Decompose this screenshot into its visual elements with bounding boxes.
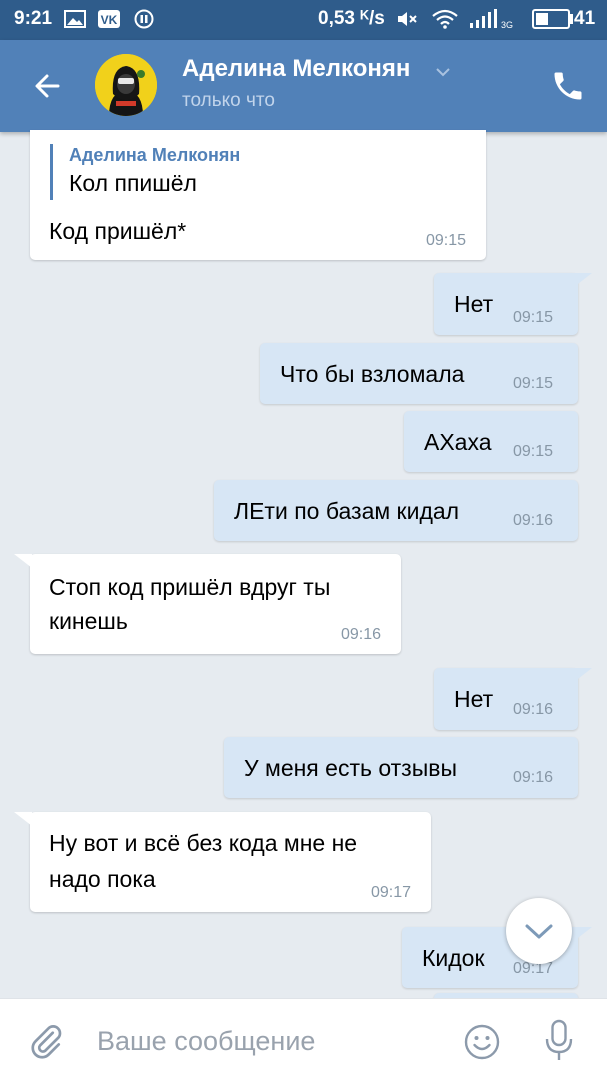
microphone-icon[interactable] xyxy=(544,1019,574,1063)
pause-icon xyxy=(134,9,154,29)
message-bubble-out[interactable]: АХаха 09:15 xyxy=(404,411,578,472)
message-time: 09:15 xyxy=(513,443,554,460)
message-time: 09:16 xyxy=(513,769,554,786)
message-time: 09:15 xyxy=(513,375,554,392)
svg-text:3G: 3G xyxy=(501,20,513,29)
message-bubble-in[interactable]: Ну вот и всё без кода мне не надо пока 0… xyxy=(14,812,431,912)
message-bubble-out[interactable]: У меня есть отзывы 09:16 xyxy=(224,737,578,798)
message-time: 09:16 xyxy=(340,626,381,643)
mute-icon xyxy=(398,12,417,26)
avatar[interactable] xyxy=(95,54,157,116)
message-time: 09:15 xyxy=(425,232,466,249)
message-text: У меня есть отзывы xyxy=(244,755,457,781)
bubble-tail xyxy=(574,273,592,287)
message-text: Кидок xyxy=(422,945,485,971)
message-text: Нет xyxy=(454,686,494,712)
network-speed: 0,53 ᴷ/s xyxy=(318,8,385,29)
avatar-image xyxy=(95,54,157,116)
quote-author: Аделина Мелконян xyxy=(69,145,241,165)
battery-icon xyxy=(532,9,570,29)
quote-text: Кол ппишёл xyxy=(69,170,197,196)
wifi-icon xyxy=(432,9,458,29)
chevron-down-icon[interactable] xyxy=(434,66,452,78)
battery-level: 41 xyxy=(574,8,596,29)
message-text-line-2: надо пока xyxy=(49,866,156,892)
message-text-line-2: кинешь xyxy=(49,608,128,634)
back-arrow-icon[interactable] xyxy=(26,66,70,106)
bubble-tail xyxy=(574,927,592,941)
contact-name[interactable]: Аделина Мелконян xyxy=(182,55,410,83)
contact-status: только что xyxy=(182,90,275,111)
vk-icon: VK xyxy=(98,10,120,28)
status-time: 9:21 xyxy=(14,8,53,29)
quote-bar xyxy=(50,144,53,200)
composer xyxy=(0,998,607,1080)
message-text: Нет xyxy=(454,291,494,317)
phone-icon[interactable] xyxy=(550,68,586,104)
message-time: 09:15 xyxy=(513,309,554,326)
battery-cap xyxy=(570,14,573,24)
gallery-icon xyxy=(64,10,86,28)
message-text: Код пришёл* xyxy=(49,218,187,244)
message-text: АХаха xyxy=(424,429,492,455)
battery-fill xyxy=(536,13,548,25)
svg-text:VK: VK xyxy=(101,13,118,27)
message-text: ЛЕти по базам кидал xyxy=(234,498,460,524)
bubble-tail xyxy=(14,812,32,826)
message-bubble-out[interactable]: Что бы взломала 09:15 xyxy=(260,343,578,404)
bubble-tail xyxy=(574,668,592,682)
emoji-icon[interactable] xyxy=(463,1023,501,1061)
message-bubble-out[interactable]: Нет 09:16 xyxy=(434,668,592,730)
bubble-tail xyxy=(14,554,32,568)
status-bar: 9:21 VK 0,53 ᴷ/s 3G 41 xyxy=(0,0,607,40)
message-bubble-out[interactable]: Нет 09:15 xyxy=(434,273,592,335)
chevron-down-icon xyxy=(525,924,553,939)
signal-icon: 3G xyxy=(470,9,513,29)
message-time: 09:16 xyxy=(513,512,554,529)
message-time: 09:17 xyxy=(370,884,411,901)
message-time: 09:16 xyxy=(513,701,554,718)
chat-header: Аделина Мелконян только что xyxy=(0,40,607,132)
scroll-down-button[interactable] xyxy=(506,898,572,964)
message-text: Что бы взломала xyxy=(280,361,465,387)
paperclip-icon[interactable] xyxy=(28,1023,64,1059)
message-bubble-in[interactable]: Аделина Мелконян Кол ппишёл Код пришёл* … xyxy=(30,130,486,260)
message-input[interactable] xyxy=(97,1021,437,1061)
message-bubble-out[interactable]: ЛЕти по базам кидал 09:16 xyxy=(214,480,578,541)
message-bubble-in[interactable]: Стоп код пришёл вдруг ты кинешь 09:16 xyxy=(14,554,401,654)
